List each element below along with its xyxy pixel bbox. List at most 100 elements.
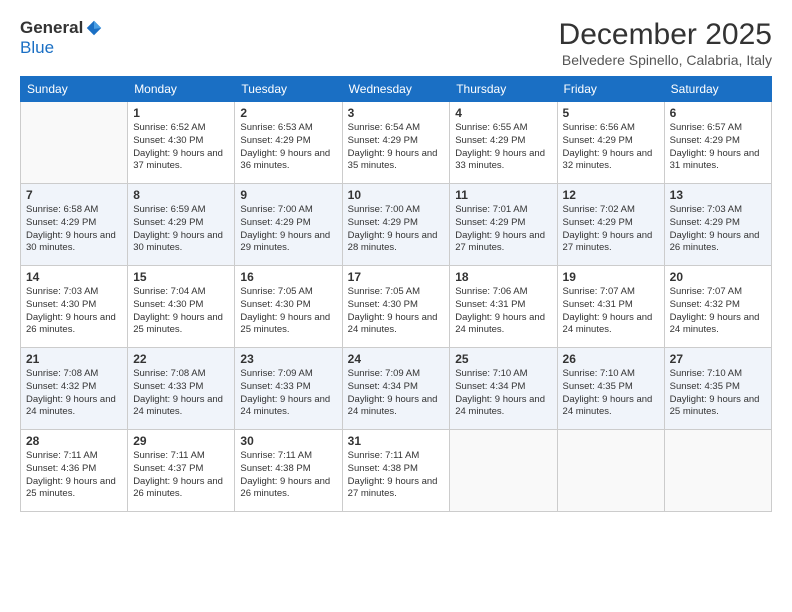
day-info: Sunrise: 7:10 AMSunset: 4:35 PMDaylight:… (563, 368, 659, 419)
logo: General Blue (20, 18, 103, 58)
calendar-day-cell: 9 Sunrise: 7:00 AMSunset: 4:29 PMDaylight… (235, 184, 342, 266)
day-info: Sunrise: 7:06 AMSunset: 4:31 PMDaylight:… (455, 286, 551, 337)
calendar-day-cell: 23 Sunrise: 7:09 AMSunset: 4:33 PMDayligh… (235, 348, 342, 430)
day-info: Sunrise: 6:52 AMSunset: 4:30 PMDaylight:… (133, 122, 229, 173)
day-number: 28 (26, 434, 122, 448)
day-number: 15 (133, 270, 229, 284)
calendar-day-cell: 14 Sunrise: 7:03 AMSunset: 4:30 PMDayligh… (21, 266, 128, 348)
day-info: Sunrise: 7:04 AMSunset: 4:30 PMDaylight:… (133, 286, 229, 337)
day-info: Sunrise: 6:58 AMSunset: 4:29 PMDaylight:… (26, 204, 122, 255)
day-info: Sunrise: 6:59 AMSunset: 4:29 PMDaylight:… (133, 204, 229, 255)
header-thursday: Thursday (450, 77, 557, 102)
calendar-day-cell: 3 Sunrise: 6:54 AMSunset: 4:29 PMDaylight… (342, 102, 450, 184)
day-number: 14 (26, 270, 122, 284)
day-info: Sunrise: 7:11 AMSunset: 4:38 PMDaylight:… (348, 450, 445, 501)
day-info: Sunrise: 6:53 AMSunset: 4:29 PMDaylight:… (240, 122, 336, 173)
calendar-day-cell: 17 Sunrise: 7:05 AMSunset: 4:30 PMDayligh… (342, 266, 450, 348)
header-saturday: Saturday (664, 77, 771, 102)
day-number: 23 (240, 352, 336, 366)
day-info: Sunrise: 7:09 AMSunset: 4:34 PMDaylight:… (348, 368, 445, 419)
day-info: Sunrise: 7:07 AMSunset: 4:31 PMDaylight:… (563, 286, 659, 337)
day-number: 16 (240, 270, 336, 284)
day-number: 11 (455, 188, 551, 202)
day-number: 12 (563, 188, 659, 202)
calendar-day-cell: 12 Sunrise: 7:02 AMSunset: 4:29 PMDayligh… (557, 184, 664, 266)
calendar-day-cell: 31Sunrise: 7:11 AMSunset: 4:38 PMDayligh… (342, 430, 450, 512)
day-info: Sunrise: 7:10 AMSunset: 4:35 PMDaylight:… (670, 368, 766, 419)
header-wednesday: Wednesday (342, 77, 450, 102)
day-number: 25 (455, 352, 551, 366)
day-number: 17 (348, 270, 445, 284)
day-number: 29 (133, 434, 229, 448)
header-sunday: Sunday (21, 77, 128, 102)
day-info: Sunrise: 7:10 AMSunset: 4:34 PMDaylight:… (455, 368, 551, 419)
day-number: 1 (133, 106, 229, 120)
calendar-day-cell: 20 Sunrise: 7:07 AMSunset: 4:32 PMDayligh… (664, 266, 771, 348)
day-number: 20 (670, 270, 766, 284)
calendar-day-cell: 4 Sunrise: 6:55 AMSunset: 4:29 PMDaylight… (450, 102, 557, 184)
day-info: Sunrise: 7:11 AMSunset: 4:38 PMDaylight:… (240, 450, 336, 501)
calendar-day-cell: 27 Sunrise: 7:10 AMSunset: 4:35 PMDayligh… (664, 348, 771, 430)
day-number: 5 (563, 106, 659, 120)
day-info: Sunrise: 7:03 AMSunset: 4:30 PMDaylight:… (26, 286, 122, 337)
logo-general-text: General (20, 18, 83, 38)
day-info: Sunrise: 7:03 AMSunset: 4:29 PMDaylight:… (670, 204, 766, 255)
day-number: 13 (670, 188, 766, 202)
day-number: 19 (563, 270, 659, 284)
calendar-day-cell: 18 Sunrise: 7:06 AMSunset: 4:31 PMDayligh… (450, 266, 557, 348)
day-info: Sunrise: 7:00 AMSunset: 4:29 PMDaylight:… (348, 204, 445, 255)
calendar-day-cell: 5 Sunrise: 6:56 AMSunset: 4:29 PMDaylight… (557, 102, 664, 184)
calendar-day-cell: 6Sunrise: 6:57 AMSunset: 4:29 PMDaylight… (664, 102, 771, 184)
calendar-day-cell: 8 Sunrise: 6:59 AMSunset: 4:29 PMDaylight… (128, 184, 235, 266)
day-info: Sunrise: 7:09 AMSunset: 4:33 PMDaylight:… (240, 368, 336, 419)
day-number: 30 (240, 434, 336, 448)
calendar-day-cell: 13 Sunrise: 7:03 AMSunset: 4:29 PMDayligh… (664, 184, 771, 266)
day-number: 22 (133, 352, 229, 366)
calendar-day-cell: 16 Sunrise: 7:05 AMSunset: 4:30 PMDayligh… (235, 266, 342, 348)
calendar-day-cell (450, 430, 557, 512)
day-number: 7 (26, 188, 122, 202)
calendar-day-cell: 30 Sunrise: 7:11 AMSunset: 4:38 PMDayligh… (235, 430, 342, 512)
title-block: December 2025 Belvedere Spinello, Calabr… (559, 18, 772, 68)
location: Belvedere Spinello, Calabria, Italy (559, 52, 772, 68)
day-info: Sunrise: 7:08 AMSunset: 4:33 PMDaylight:… (133, 368, 229, 419)
day-info: Sunrise: 6:55 AMSunset: 4:29 PMDaylight:… (455, 122, 551, 173)
day-number: 2 (240, 106, 336, 120)
day-number: 27 (670, 352, 766, 366)
calendar-header-row: Sunday Monday Tuesday Wednesday Thursday… (21, 77, 772, 102)
calendar-day-cell (557, 430, 664, 512)
day-number: 8 (133, 188, 229, 202)
calendar-week-row: 1 Sunrise: 6:52 AMSunset: 4:30 PMDaylight… (21, 102, 772, 184)
day-number: 3 (348, 106, 445, 120)
day-number: 26 (563, 352, 659, 366)
day-info: Sunrise: 6:56 AMSunset: 4:29 PMDaylight:… (563, 122, 659, 173)
calendar-week-row: 28Sunrise: 7:11 AMSunset: 4:36 PMDayligh… (21, 430, 772, 512)
day-number: 4 (455, 106, 551, 120)
calendar-day-cell: 10Sunrise: 7:00 AMSunset: 4:29 PMDayligh… (342, 184, 450, 266)
calendar-week-row: 7 Sunrise: 6:58 AMSunset: 4:29 PMDaylight… (21, 184, 772, 266)
day-info: Sunrise: 6:54 AMSunset: 4:29 PMDaylight:… (348, 122, 445, 173)
day-number: 9 (240, 188, 336, 202)
calendar-day-cell: 29Sunrise: 7:11 AMSunset: 4:37 PMDayligh… (128, 430, 235, 512)
day-info: Sunrise: 7:02 AMSunset: 4:29 PMDaylight:… (563, 204, 659, 255)
day-info: Sunrise: 7:01 AMSunset: 4:29 PMDaylight:… (455, 204, 551, 255)
logo-blue-text: Blue (20, 38, 54, 57)
day-info: Sunrise: 7:05 AMSunset: 4:30 PMDaylight:… (348, 286, 445, 337)
header-tuesday: Tuesday (235, 77, 342, 102)
day-number: 21 (26, 352, 122, 366)
calendar-day-cell: 21Sunrise: 7:08 AMSunset: 4:32 PMDayligh… (21, 348, 128, 430)
day-info: Sunrise: 7:05 AMSunset: 4:30 PMDaylight:… (240, 286, 336, 337)
header-friday: Friday (557, 77, 664, 102)
header-monday: Monday (128, 77, 235, 102)
calendar-day-cell: 28Sunrise: 7:11 AMSunset: 4:36 PMDayligh… (21, 430, 128, 512)
day-number: 18 (455, 270, 551, 284)
calendar-day-cell (664, 430, 771, 512)
calendar-day-cell: 26 Sunrise: 7:10 AMSunset: 4:35 PMDayligh… (557, 348, 664, 430)
calendar-day-cell: 19 Sunrise: 7:07 AMSunset: 4:31 PMDayligh… (557, 266, 664, 348)
day-info: Sunrise: 7:00 AMSunset: 4:29 PMDaylight:… (240, 204, 336, 255)
day-info: Sunrise: 7:07 AMSunset: 4:32 PMDaylight:… (670, 286, 766, 337)
calendar-week-row: 14 Sunrise: 7:03 AMSunset: 4:30 PMDayligh… (21, 266, 772, 348)
calendar-week-row: 21Sunrise: 7:08 AMSunset: 4:32 PMDayligh… (21, 348, 772, 430)
calendar-day-cell (21, 102, 128, 184)
header: General Blue December 2025 Belvedere Spi… (20, 18, 772, 68)
